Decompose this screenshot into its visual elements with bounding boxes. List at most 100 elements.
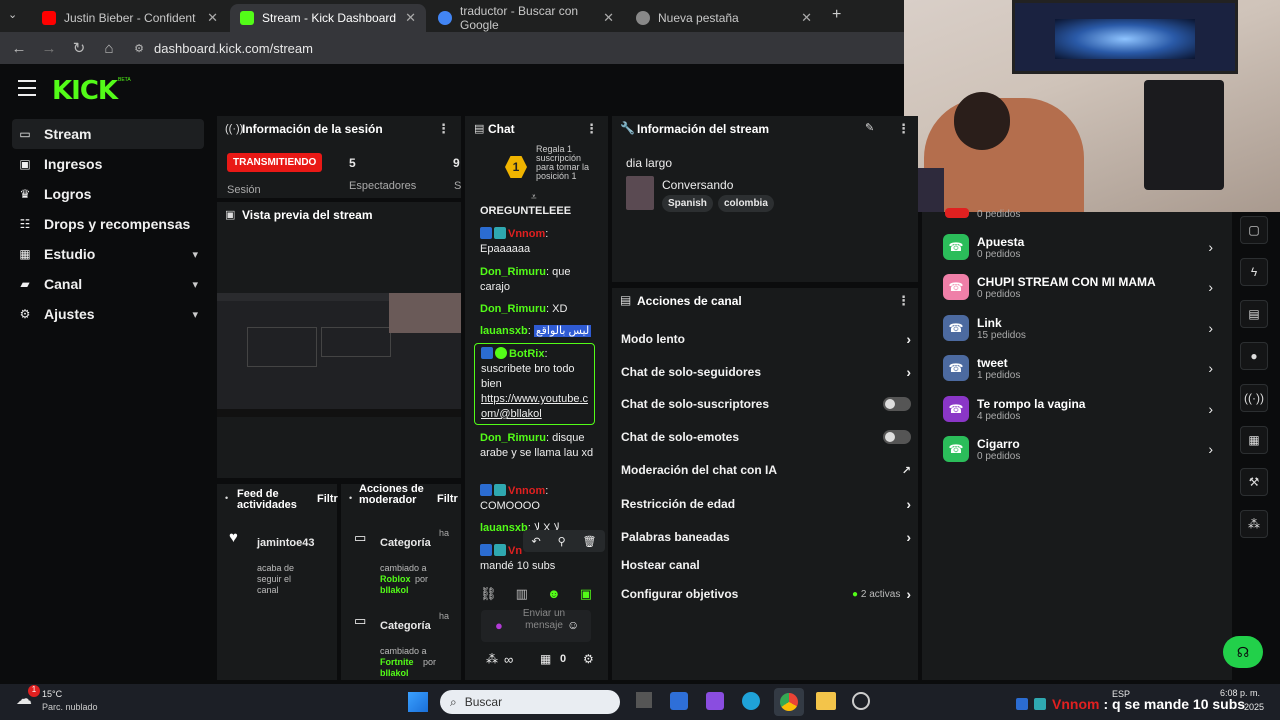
more-icon[interactable]: ⋮ bbox=[897, 293, 910, 309]
emoji-icon[interactable]: ☺ bbox=[567, 618, 579, 632]
chat-username[interactable]: Don_Rimuru bbox=[480, 303, 546, 315]
close-icon[interactable]: ✕ bbox=[801, 10, 812, 26]
sidebar-item-estudio[interactable]: ▦ Estudio ▾ bbox=[12, 239, 204, 269]
reward-item[interactable]: ☎ Link 15 pedidos › bbox=[943, 310, 1213, 346]
mic-icon[interactable]: ● bbox=[495, 618, 503, 633]
reward-item[interactable]: ☎ CHUPI STREAM CON MI MAMA 0 pedidos › bbox=[943, 269, 1213, 305]
feed-user[interactable]: jamintoe43 bbox=[257, 537, 314, 549]
stream-category[interactable]: Conversando bbox=[662, 178, 733, 192]
store-icon[interactable]: ▦ bbox=[540, 652, 551, 666]
more-icon[interactable]: ⋮ bbox=[585, 121, 598, 137]
action-goals[interactable]: Configurar objetivos ● 2 activas › bbox=[621, 586, 911, 602]
more-icon[interactable]: ⋮ bbox=[437, 121, 450, 137]
tag-pill[interactable]: colombia bbox=[718, 195, 774, 212]
action-ai-moderation[interactable]: Moderación del chat con IA ↗ bbox=[621, 463, 911, 477]
sidebar-item-canal[interactable]: ▰ Canal ▾ bbox=[12, 269, 204, 299]
broadcast-icon[interactable]: ((·)) bbox=[1240, 384, 1268, 412]
chat-input-box[interactable]: ● Enviar un mensaje ☺ bbox=[481, 608, 591, 642]
mod-entry-game[interactable]: Fortnite bbox=[380, 657, 414, 667]
chat-bubble-icon[interactable]: ● bbox=[1240, 342, 1268, 370]
pin-icon[interactable]: ⚲ bbox=[558, 535, 566, 548]
menu-icon[interactable] bbox=[18, 80, 36, 96]
document-icon[interactable]: ▤ bbox=[1240, 300, 1268, 328]
chat-username[interactable]: Don_Rimuru bbox=[480, 266, 546, 278]
reward-item[interactable]: ☎ tweet 1 pedidos › bbox=[943, 350, 1213, 386]
reply-icon[interactable]: ↶ bbox=[531, 535, 540, 548]
tab-kick-dashboard[interactable]: Stream - Kick Dashboard ✕ bbox=[230, 4, 426, 32]
feed-filter[interactable]: Filtr bbox=[317, 493, 338, 505]
action-host-channel[interactable]: Hostear canal bbox=[621, 558, 911, 572]
sidebar-item-drops[interactable]: ☷ Drops y recompensas bbox=[12, 209, 204, 239]
chat-input[interactable]: Enviar un mensaje bbox=[519, 608, 569, 632]
chat-username[interactable]: Vnnom bbox=[508, 228, 545, 240]
emote-icon[interactable]: ▣ bbox=[580, 586, 592, 606]
tab-youtube[interactable]: Justin Bieber - Confident (Audi ✕ bbox=[32, 4, 228, 32]
reload-icon[interactable]: ↻ bbox=[64, 39, 94, 57]
sidebar-item-logros[interactable]: ♛ Logros bbox=[12, 179, 204, 209]
tab-google[interactable]: traductor - Buscar con Google ✕ bbox=[428, 4, 624, 32]
forward-icon[interactable]: → bbox=[34, 40, 64, 57]
action-banned-words[interactable]: Palabras baneadas › bbox=[621, 529, 911, 545]
copilot-icon[interactable] bbox=[706, 692, 724, 710]
tag-pill[interactable]: Spanish bbox=[662, 195, 713, 212]
subscribers-only-toggle[interactable] bbox=[883, 397, 911, 411]
settings-icon[interactable] bbox=[852, 692, 870, 710]
studio-icon[interactable]: ▦ bbox=[1240, 426, 1268, 454]
mod-entry-game[interactable]: Roblox bbox=[380, 574, 411, 584]
site-info-icon[interactable]: ⚙ bbox=[124, 42, 154, 55]
wrench-icon[interactable]: ⚒ bbox=[1240, 468, 1268, 496]
close-icon[interactable]: ✕ bbox=[207, 10, 218, 26]
action-age-restriction[interactable]: Restricción de edad › bbox=[621, 496, 911, 512]
task-view-icon[interactable] bbox=[636, 692, 652, 708]
emotes-only-toggle[interactable] bbox=[883, 430, 911, 444]
gift-sub-prompt[interactable]: Regala 1 suscripción para tomar la posic… bbox=[536, 145, 592, 189]
support-button[interactable]: ☊ bbox=[1223, 636, 1263, 668]
delete-icon[interactable]: 🗑 bbox=[583, 535, 597, 548]
tab-new[interactable]: Nueva pestaña ✕ bbox=[626, 4, 822, 32]
taskbar-search[interactable]: ⌕ Buscar bbox=[440, 690, 620, 714]
stream-preview-video[interactable] bbox=[217, 293, 461, 417]
action-followers-only[interactable]: Chat de solo-seguidores › bbox=[621, 364, 911, 380]
emote-icon[interactable]: ▥ bbox=[516, 586, 528, 606]
emote-icon[interactable]: ⛓ bbox=[480, 586, 497, 606]
reward-item[interactable]: ☎ Apuesta 0 pedidos › bbox=[943, 229, 1213, 265]
sidebar-item-stream[interactable]: ▭ Stream bbox=[12, 119, 204, 149]
lightning-icon[interactable]: ϟ bbox=[1240, 258, 1268, 286]
tab-search-icon[interactable]: ⌄ bbox=[8, 8, 17, 21]
mod-filter[interactable]: Filtr bbox=[437, 493, 458, 505]
mod-entry-user[interactable]: blIakol bbox=[380, 585, 409, 595]
emote-icon[interactable]: ☻ bbox=[547, 586, 561, 606]
kick-logo[interactable]: KICK bbox=[52, 76, 118, 106]
close-icon[interactable]: ✕ bbox=[603, 10, 614, 26]
home-icon[interactable]: ⌂ bbox=[94, 40, 124, 57]
chat-username[interactable]: Don_Rimuru bbox=[480, 432, 546, 444]
reward-item[interactable]: ☎ Cigarro 0 pedidos › bbox=[943, 431, 1213, 467]
more-icon[interactable]: ⋮ bbox=[897, 121, 910, 137]
chat-username[interactable]: Vnnom bbox=[508, 485, 545, 497]
edge-icon[interactable] bbox=[742, 692, 760, 710]
sidebar-item-ingresos[interactable]: ▣ Ingresos bbox=[12, 149, 204, 179]
store-icon[interactable] bbox=[670, 692, 688, 710]
windows-start-icon[interactable] bbox=[408, 692, 428, 712]
chat-link[interactable]: https://www.youtube.com/@bllakol bbox=[481, 393, 588, 420]
action-slow-mode[interactable]: Modo lento › bbox=[621, 331, 911, 347]
search-input[interactable]: Buscar bbox=[465, 695, 502, 709]
edit-icon[interactable]: ✎ bbox=[865, 121, 874, 134]
gear-icon[interactable]: ⚙ bbox=[583, 652, 594, 666]
back-icon[interactable]: ← bbox=[4, 40, 34, 57]
clock-date[interactable]: 2025 bbox=[1244, 702, 1264, 712]
reward-item[interactable]: ☎ Te rompo la vagina 4 pedidos › bbox=[943, 391, 1213, 427]
collapse-icon[interactable]: ⩡ bbox=[531, 192, 537, 203]
focus-icon[interactable]: ▢ bbox=[1240, 216, 1268, 244]
url-input[interactable]: dashboard.kick.com/stream bbox=[154, 41, 313, 56]
chat-username[interactable]: lauansxb bbox=[480, 522, 528, 534]
apps-icon[interactable]: ⁂ bbox=[1240, 510, 1268, 538]
new-tab-button[interactable]: + bbox=[832, 6, 841, 24]
sidebar-item-ajustes[interactable]: ⚙ Ajustes ▾ bbox=[12, 299, 204, 329]
folder-icon[interactable] bbox=[816, 692, 836, 710]
close-icon[interactable]: ✕ bbox=[405, 10, 416, 26]
mod-entry-user[interactable]: blIakol bbox=[380, 668, 409, 678]
chrome-taskbar-item[interactable] bbox=[774, 688, 804, 716]
chat-username[interactable]: BotRix bbox=[509, 348, 544, 360]
chat-username[interactable]: lauansxb bbox=[480, 325, 528, 337]
